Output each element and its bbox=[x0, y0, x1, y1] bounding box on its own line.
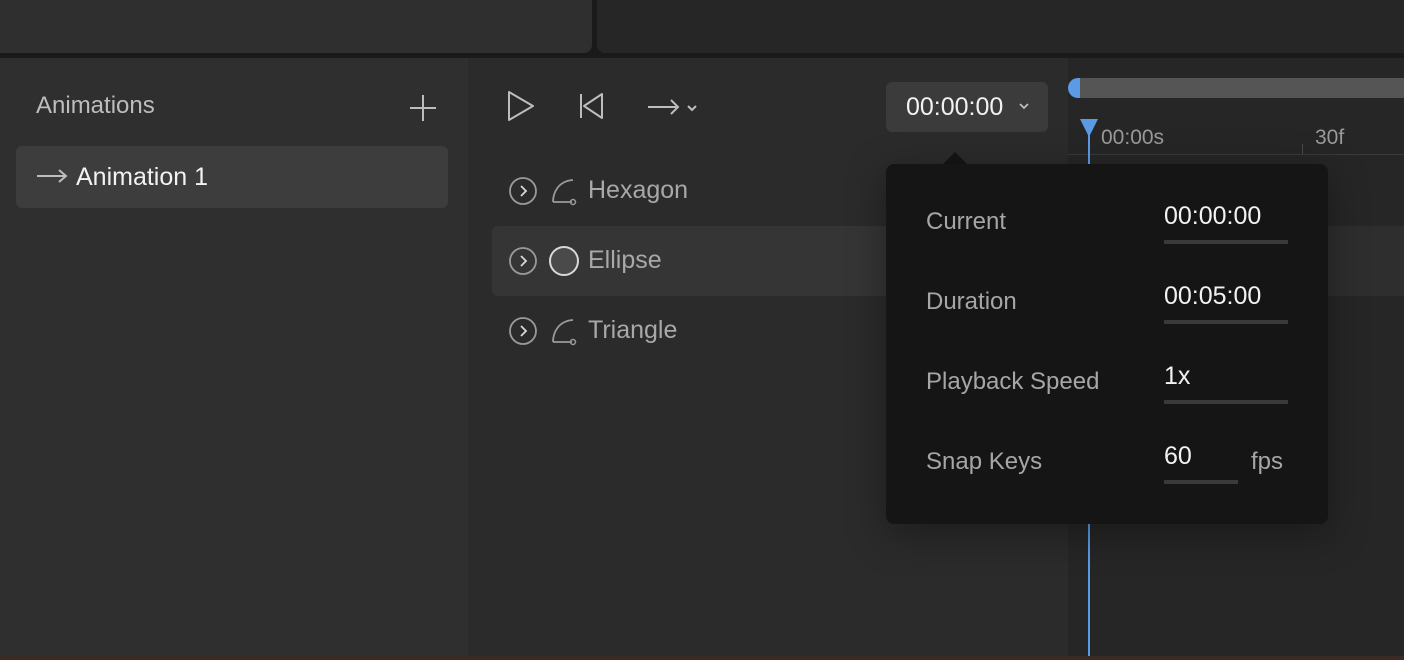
playback-speed-label: Playback Speed bbox=[926, 368, 1100, 395]
snap-keys-row: Snap Keys 60 fps bbox=[886, 404, 1328, 484]
layer-name: Hexagon bbox=[588, 176, 689, 204]
scrub-track[interactable] bbox=[1072, 78, 1404, 98]
duration-row: Duration 00:05:00 bbox=[886, 244, 1328, 324]
panel-title: Animations bbox=[36, 92, 155, 119]
current-time-input[interactable]: 00:00:00 bbox=[1164, 202, 1261, 231]
top-left-panel bbox=[0, 0, 592, 53]
ruler-baseline bbox=[1068, 154, 1404, 155]
add-animation-button[interactable] bbox=[406, 91, 440, 125]
animation-list-item[interactable]: Animation 1 bbox=[16, 146, 448, 208]
playback-speed-row: Playback Speed 1x bbox=[886, 324, 1328, 404]
time-display: 00:00:00 bbox=[906, 93, 1004, 121]
animation-name: Animation 1 bbox=[76, 163, 209, 191]
playback-speed-input[interactable]: 1x bbox=[1164, 362, 1190, 391]
playhead-marker-icon[interactable] bbox=[1079, 118, 1099, 138]
arrow-right-dropdown-icon bbox=[648, 99, 697, 115]
snap-keys-unit: fps bbox=[1251, 448, 1284, 475]
expand-icon[interactable] bbox=[508, 176, 538, 206]
duration-input[interactable]: 00:05:00 bbox=[1164, 282, 1261, 311]
time-settings-popover: Current 00:00:00 Duration 00:05:00 Playb… bbox=[886, 164, 1328, 524]
play-button[interactable] bbox=[506, 90, 536, 127]
input-underline bbox=[1164, 480, 1238, 484]
skip-to-start-icon bbox=[580, 93, 603, 119]
layer-name: Triangle bbox=[588, 316, 678, 344]
path-curve-icon bbox=[552, 319, 577, 346]
playback-mode-button[interactable] bbox=[646, 96, 702, 123]
expand-icon[interactable] bbox=[508, 246, 538, 276]
path-curve-icon bbox=[552, 179, 577, 206]
ruler-tick bbox=[1302, 144, 1303, 154]
play-icon bbox=[508, 91, 534, 121]
current-time-row: Current 00:00:00 bbox=[886, 164, 1328, 244]
ruler-label: 30f bbox=[1315, 126, 1345, 149]
time-display-button[interactable]: 00:00:00 bbox=[886, 82, 1048, 132]
snap-keys-input[interactable]: 60 bbox=[1164, 442, 1192, 471]
duration-label: Duration bbox=[926, 288, 1017, 315]
plus-icon bbox=[410, 95, 436, 121]
layer-name: Ellipse bbox=[588, 246, 662, 274]
top-right-panel bbox=[597, 0, 1404, 53]
current-label: Current bbox=[926, 208, 1007, 235]
circle-icon bbox=[549, 246, 579, 276]
top-strip bbox=[0, 0, 1404, 58]
animations-panel: Animations Animation 1 bbox=[0, 58, 468, 656]
snap-keys-label: Snap Keys bbox=[926, 448, 1043, 475]
rewind-button[interactable] bbox=[578, 92, 606, 125]
ruler-label: 00:00s bbox=[1101, 126, 1165, 149]
chevron-down-icon bbox=[1019, 103, 1029, 110]
arrow-right-icon bbox=[37, 169, 68, 183]
bottom-edge bbox=[0, 656, 1404, 660]
expand-icon[interactable] bbox=[508, 316, 538, 346]
